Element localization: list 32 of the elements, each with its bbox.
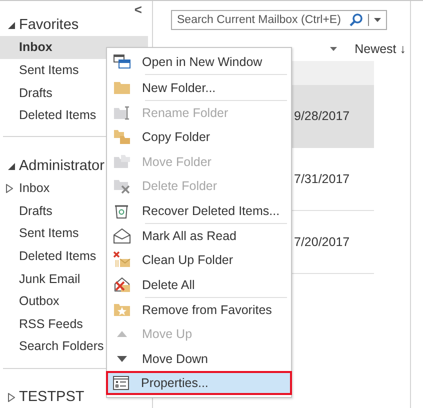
menu-item[interactable]: Remove from Favorites [107,298,291,322]
message-date[interactable]: 9/28/2017 [290,85,374,147]
folders-icon [113,128,131,146]
search-field[interactable]: Search Current Mailbox (Ctrl+E) [171,10,387,30]
message-date[interactable]: 7/31/2017 [290,148,374,210]
folder-icon [113,177,131,196]
menu-item[interactable]: Properties... [106,371,292,396]
menu-item[interactable]: New Folder... [107,75,291,100]
windows-icon [113,53,131,72]
dropdown-caret-icon [374,18,381,22]
dropdown-caret-icon [330,47,337,51]
menu-item[interactable]: Mark All as Read [107,224,291,248]
down-triangle-icon [117,356,127,362]
properties-icon [112,374,130,392]
envelope-delete-icon [113,276,131,294]
group-title[interactable]: Administrator [19,158,104,174]
folders-icon [113,152,131,171]
up-triangle-icon [117,331,127,338]
search-icon [349,13,363,27]
menu-item[interactable]: Recover Deleted Items... [107,198,291,223]
menu-item[interactable]: Delete All [107,272,291,297]
sort-button[interactable]: Newest ↓ [354,42,406,56]
menu-item[interactable]: Copy Folder [107,125,291,150]
group-title[interactable]: Favorites [19,17,79,34]
menu-item[interactable]: Move Down [107,346,291,372]
collapse-button[interactable]: < [132,2,144,17]
message-date[interactable]: 7/20/2017 [290,211,374,273]
envelope-cleanup-icon [113,251,131,270]
folder-icon [113,104,131,122]
envelope-icon [113,226,131,245]
menu-item[interactable]: Clean Up Folder [107,248,291,273]
group-title[interactable]: TESTPST [19,389,84,406]
